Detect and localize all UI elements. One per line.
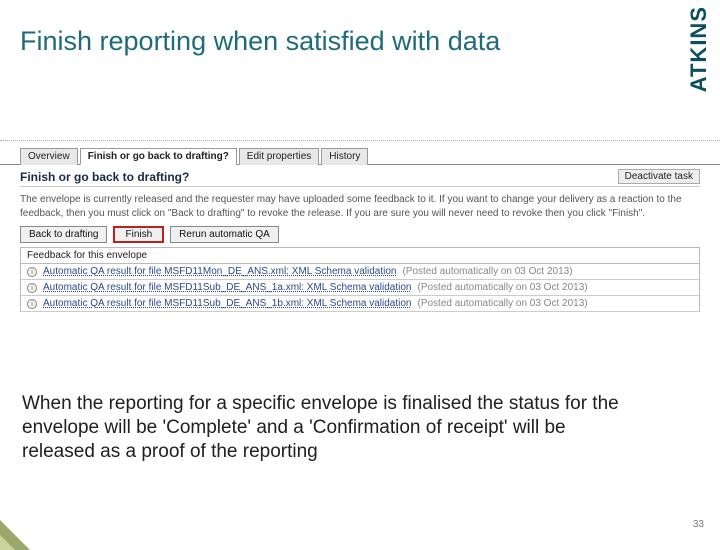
feedback-link[interactable]: Automatic QA result for file MSFD11Sub_D… bbox=[43, 298, 412, 309]
section-description: The envelope is currently released and t… bbox=[0, 193, 720, 226]
deactivate-task-button[interactable]: Deactivate task bbox=[618, 169, 700, 184]
feedback-item: i Automatic QA result for file MSFD11Mon… bbox=[21, 264, 699, 280]
tab-overview[interactable]: Overview bbox=[20, 148, 78, 165]
page-number: 33 bbox=[693, 519, 704, 530]
info-icon: i bbox=[27, 267, 37, 277]
info-icon: i bbox=[27, 283, 37, 293]
tab-history[interactable]: History bbox=[321, 148, 368, 165]
tab-finish[interactable]: Finish or go back to drafting? bbox=[80, 148, 237, 165]
finish-button[interactable]: Finish bbox=[113, 226, 164, 243]
feedback-panel: Feedback for this envelope i Automatic Q… bbox=[20, 247, 700, 312]
feedback-meta: (Posted automatically on 03 Oct 2013) bbox=[418, 298, 588, 309]
slide-body-text: When the reporting for a specific envelo… bbox=[22, 392, 632, 463]
corner-decoration bbox=[0, 490, 50, 550]
rerun-qa-button[interactable]: Rerun automatic QA bbox=[170, 226, 279, 243]
feedback-header: Feedback for this envelope bbox=[21, 248, 699, 264]
feedback-meta: (Posted automatically on 03 Oct 2013) bbox=[418, 282, 588, 293]
feedback-link[interactable]: Automatic QA result for file MSFD11Mon_D… bbox=[43, 266, 396, 277]
app-screenshot: Overview Finish or go back to drafting? … bbox=[0, 140, 720, 312]
button-row: Back to drafting Finish Rerun automatic … bbox=[0, 226, 720, 247]
tab-bar: Overview Finish or go back to drafting? … bbox=[0, 147, 720, 164]
tab-edit-properties[interactable]: Edit properties bbox=[239, 148, 319, 165]
section-divider bbox=[20, 186, 700, 187]
back-to-drafting-button[interactable]: Back to drafting bbox=[20, 226, 107, 243]
divider bbox=[0, 140, 720, 141]
info-icon: i bbox=[27, 299, 37, 309]
feedback-item: i Automatic QA result for file MSFD11Sub… bbox=[21, 296, 699, 312]
feedback-item: i Automatic QA result for file MSFD11Sub… bbox=[21, 280, 699, 296]
section-title: Finish or go back to drafting? bbox=[20, 170, 189, 184]
atkins-logo: ATKINS bbox=[686, 6, 712, 92]
slide-title: Finish reporting when satisfied with dat… bbox=[20, 26, 500, 57]
feedback-link[interactable]: Automatic QA result for file MSFD11Sub_D… bbox=[43, 282, 412, 293]
feedback-meta: (Posted automatically on 03 Oct 2013) bbox=[402, 266, 572, 277]
